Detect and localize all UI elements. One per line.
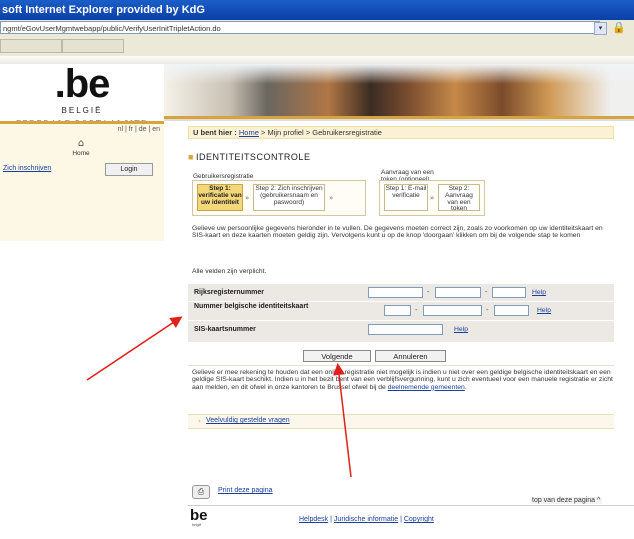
footer-divider bbox=[188, 505, 634, 506]
banner-sky bbox=[164, 64, 634, 84]
id-card-help-link[interactable]: Help bbox=[537, 307, 551, 314]
sidebar-gold-strip bbox=[0, 121, 164, 124]
login-button[interactable]: Login bbox=[105, 163, 153, 176]
logo-text: .be bbox=[54, 62, 111, 106]
form-row-divider bbox=[188, 320, 614, 321]
browser-title-bar: soft Internet Explorer provided by KdG bbox=[0, 0, 634, 20]
sis-number-input[interactable] bbox=[368, 324, 443, 335]
id-card-number-label: Nummer belgische identiteitskaart bbox=[194, 303, 309, 310]
note-end: . bbox=[464, 383, 467, 391]
step-1-email: Step 1: E-mail verificatie bbox=[384, 184, 428, 211]
footer-links: Helpdesk | Juridische informatie | Copyr… bbox=[299, 516, 434, 523]
steps-group-label-registration: Gebruikersregistratie bbox=[193, 173, 254, 180]
toolbar-button[interactable] bbox=[62, 39, 124, 53]
faq-row: › Veelvuldig gestelde vragen bbox=[188, 414, 614, 429]
breadcrumb-separator: > bbox=[305, 128, 311, 137]
form-row-divider bbox=[188, 301, 614, 302]
national-number-help-link[interactable]: Help bbox=[532, 289, 546, 296]
sis-number-help-link[interactable]: Help bbox=[454, 326, 468, 333]
breadcrumb-prefix: U bent hier : bbox=[193, 128, 237, 137]
left-column: .be BELGIË FEDERALE PORTAALSITE nl | fr … bbox=[0, 64, 164, 539]
breadcrumb-current: Gebruikersregistratie bbox=[312, 128, 382, 137]
sidebar-panel: nl | fr | de | en ⌂ Home Zich inschrijve… bbox=[0, 121, 164, 241]
intro-text: Gelieve uw persoonlijke gegevens hierond… bbox=[192, 225, 603, 240]
cancel-button[interactable]: Annuleren bbox=[375, 350, 446, 362]
back-to-top-link[interactable]: top van deze pagina ^ bbox=[530, 497, 603, 504]
faq-arrow-icon: › bbox=[198, 417, 201, 425]
legal-info-link[interactable]: Juridische informatie bbox=[334, 516, 398, 523]
main-content: U bent hier : Home > Mijn profiel > Gebr… bbox=[188, 122, 614, 532]
national-number-label: Rijksregisternummer bbox=[194, 289, 265, 296]
step-1-identity: Step 1: verificatie van uw identiteit bbox=[197, 184, 243, 211]
address-bar: ngmt/eGovUserMgmtwebapp/public/VerifyUse… bbox=[0, 20, 634, 37]
breadcrumb-profile: Mijn profiel bbox=[267, 128, 304, 137]
page: .be BELGIË FEDERALE PORTAALSITE nl | fr … bbox=[0, 64, 634, 539]
id-card-part3-input[interactable] bbox=[494, 305, 529, 316]
breadcrumb: U bent hier : Home > Mijn profiel > Gebr… bbox=[188, 126, 614, 139]
registration-note: Gelieve er mee rekening te houden dat ee… bbox=[192, 369, 617, 391]
id-card-part1-input[interactable] bbox=[384, 305, 411, 316]
url-dropdown-icon[interactable]: ▾ bbox=[594, 22, 607, 35]
button-row-divider bbox=[188, 365, 614, 366]
footer-separator: | bbox=[400, 516, 402, 523]
url-field[interactable]: ngmt/eGovUserMgmtwebapp/public/VerifyUse… bbox=[0, 21, 600, 34]
footer-separator: | bbox=[330, 516, 332, 523]
home-label[interactable]: Home bbox=[70, 150, 92, 157]
step-2-register: Step 2: Zich inschrijven (gebruikersnaam… bbox=[253, 184, 325, 211]
field-separator: - bbox=[415, 306, 418, 314]
steps-registration: Step 1: verificatie van uw identiteit » … bbox=[192, 180, 366, 216]
lock-icon[interactable]: 🔒 bbox=[612, 21, 626, 34]
footer-logo-subtitle: belgië bbox=[192, 523, 202, 527]
field-separator: - bbox=[486, 306, 489, 314]
step-arrow-icon: » bbox=[329, 194, 334, 202]
field-separator: - bbox=[485, 288, 488, 296]
step-2-token: Step 2: Aanvraag van een token bbox=[438, 184, 480, 212]
toolbar-button[interactable] bbox=[0, 39, 62, 53]
browser-toolbar bbox=[0, 36, 634, 57]
required-notice: Alle velden zijn verplicht. bbox=[192, 268, 267, 275]
header-banner-image bbox=[164, 64, 634, 116]
sis-number-label: SIS-kaartsnummer bbox=[194, 326, 256, 333]
step-arrow-icon: » bbox=[430, 194, 435, 202]
field-separator: - bbox=[427, 288, 430, 296]
id-card-part2-input[interactable] bbox=[423, 305, 482, 316]
breadcrumb-home-link[interactable]: Home bbox=[239, 128, 259, 137]
faq-link[interactable]: Veelvuldig gestelde vragen bbox=[206, 417, 290, 424]
country-label: BELGIË bbox=[61, 106, 103, 115]
participating-municipalities-link[interactable]: deelnemende gemeenten bbox=[388, 384, 465, 391]
page-title-text: IDENTITEITSCONTROLE bbox=[195, 152, 311, 162]
print-link[interactable]: Print deze pagina bbox=[218, 487, 272, 494]
register-link[interactable]: Zich inschrijven bbox=[3, 165, 51, 172]
home-icon[interactable]: ⌂ bbox=[72, 138, 90, 150]
helpdesk-link[interactable]: Helpdesk bbox=[299, 516, 328, 523]
page-title: ■ IDENTITEITSCONTROLE bbox=[188, 152, 310, 162]
copyright-link[interactable]: Copyright bbox=[404, 516, 434, 523]
title-bullet-icon: ■ bbox=[188, 152, 194, 162]
steps-token: Step 1: E-mail verificatie » Step 2: Aan… bbox=[379, 180, 485, 216]
national-number-part3-input[interactable] bbox=[492, 287, 526, 298]
next-button[interactable]: Volgende bbox=[303, 350, 371, 362]
browser-title: soft Internet Explorer provided by KdG bbox=[2, 4, 205, 16]
language-switcher[interactable]: nl | fr | de | en bbox=[118, 126, 160, 133]
national-number-part2-input[interactable] bbox=[435, 287, 481, 298]
breadcrumb-separator: > bbox=[260, 128, 266, 137]
print-icon[interactable]: ⎙ bbox=[192, 485, 210, 499]
footer-logo[interactable]: be bbox=[190, 508, 208, 523]
identity-form: Rijksregisternummer - - Help Nummer belg… bbox=[188, 284, 614, 342]
banner-divider bbox=[164, 119, 634, 121]
national-number-part1-input[interactable] bbox=[368, 287, 423, 298]
step-arrow-icon: » bbox=[245, 194, 250, 202]
